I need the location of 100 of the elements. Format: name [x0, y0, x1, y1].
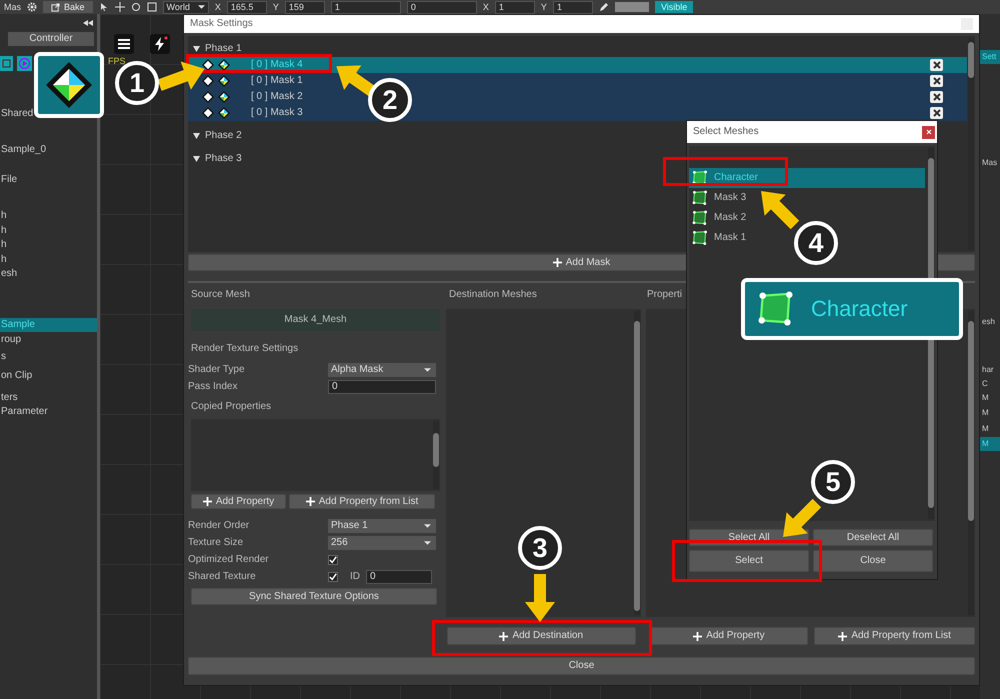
color-swatch[interactable]: [614, 2, 649, 12]
panel-item[interactable]: M: [980, 422, 1000, 436]
number-field[interactable]: 1: [330, 0, 401, 14]
collapse-icon[interactable]: [83, 20, 93, 26]
mesh-item[interactable]: Mask 1: [689, 228, 752, 248]
scrollbar-thumb[interactable]: [968, 321, 974, 521]
mesh-item[interactable]: Mask 2: [689, 208, 752, 228]
mesh-icon: [692, 170, 708, 186]
cursor-icon[interactable]: [98, 2, 109, 12]
gear-icon[interactable]: [27, 2, 38, 12]
expand-icon[interactable]: [193, 46, 200, 52]
expand-icon[interactable]: [193, 156, 200, 162]
add-destination-button[interactable]: Add Destination: [447, 627, 636, 645]
section-label: Source Mesh: [190, 288, 251, 302]
tree-item[interactable]: esh: [0, 267, 18, 281]
plus-icon: [202, 497, 212, 506]
controller-tab[interactable]: Controller: [8, 32, 94, 46]
section-label: Copied Properties: [190, 400, 272, 414]
mesh-icon: [692, 210, 708, 226]
mesh-name: Character: [811, 296, 908, 322]
source-mesh-field[interactable]: Mask 4_Mesh: [191, 309, 440, 331]
phase-label[interactable]: Phase 1: [205, 43, 242, 55]
dropdown[interactable]: Alpha Mask: [328, 362, 436, 376]
dropdown[interactable]: 256: [328, 536, 436, 550]
number-field[interactable]: 0: [406, 0, 477, 14]
tree-item[interactable]: h: [0, 224, 7, 238]
bake-button[interactable]: Bake: [43, 1, 93, 13]
panel-item[interactable]: esh: [980, 315, 1000, 329]
tree-item[interactable]: Sample_0: [0, 143, 46, 157]
field-label: Texture Size: [188, 536, 244, 548]
panel-item[interactable]: M: [980, 406, 1000, 420]
tree-item[interactable]: h: [0, 209, 7, 223]
delete-button[interactable]: [930, 75, 943, 87]
delete-button[interactable]: [930, 91, 943, 103]
add-property-button[interactable]: Add Property: [191, 494, 286, 509]
number-field[interactable]: 159: [284, 0, 325, 14]
grid-icon[interactable]: [0, 56, 13, 71]
close-icon: [932, 77, 940, 85]
select-button[interactable]: Select: [689, 550, 809, 572]
checkbox[interactable]: [328, 554, 338, 564]
phase-label[interactable]: Phase 3: [205, 153, 242, 165]
delete-button[interactable]: [930, 59, 943, 71]
pencil-icon[interactable]: [598, 2, 609, 12]
add-property-from-list-button[interactable]: Add Property from List: [814, 627, 975, 645]
number-field[interactable]: 0: [328, 380, 436, 394]
check-icon: [329, 556, 337, 564]
move-icon[interactable]: [114, 2, 125, 12]
close-button[interactable]: Close: [813, 550, 933, 572]
panel-item[interactable]: Mas: [980, 156, 1000, 170]
checkbox[interactable]: [328, 572, 338, 582]
visibility-icon: [202, 59, 214, 71]
number-field[interactable]: 165.5: [226, 0, 267, 14]
close-icon: [932, 109, 940, 117]
panel-item[interactable]: M: [980, 391, 1000, 405]
panel-item[interactable]: C: [980, 377, 1000, 391]
tree-item[interactable]: File: [0, 173, 18, 187]
close-button[interactable]: Close: [188, 657, 975, 675]
rotate-icon[interactable]: [130, 2, 141, 12]
scrollbar-thumb[interactable]: [433, 433, 439, 467]
number-field[interactable]: 1: [494, 0, 535, 14]
scale-icon[interactable]: [146, 2, 157, 12]
phase-label[interactable]: Phase 2: [205, 130, 242, 142]
plus-icon: [693, 632, 702, 640]
field-label: X: [214, 2, 221, 12]
scrollbar-thumb[interactable]: [968, 42, 974, 78]
tree-item[interactable]: Parameter: [0, 405, 48, 419]
mesh-icon: [692, 190, 708, 206]
space-dropdown[interactable]: World: [162, 0, 209, 14]
menu-icon[interactable]: [114, 34, 134, 54]
number-field[interactable]: 0: [366, 570, 432, 584]
tree-item[interactable]: s: [0, 350, 6, 364]
close-button[interactable]: [922, 126, 935, 138]
mask-row[interactable]: [ 0 ] Mask 1: [188, 73, 967, 89]
tree-item[interactable]: ters: [0, 391, 18, 405]
tree-item[interactable]: h: [0, 238, 7, 252]
add-property-button[interactable]: Add Property: [650, 627, 808, 645]
panel-item[interactable]: har: [980, 363, 1000, 377]
lightning-icon[interactable]: [150, 34, 170, 54]
mesh-item[interactable]: Mask 3: [689, 188, 752, 208]
add-property-from-list-button[interactable]: Add Property from List: [289, 494, 435, 509]
tree-item[interactable]: on Clip: [0, 369, 32, 383]
section-label: Destination Meshes: [448, 288, 538, 302]
tree-item[interactable]: roup: [0, 333, 22, 347]
field-label: Optimized Render: [188, 554, 270, 566]
dropdown[interactable]: Phase 1: [328, 518, 436, 532]
field-label: Shader Type: [188, 364, 246, 376]
number-field[interactable]: 1: [552, 0, 593, 14]
dialog-title: Select Meshes: [693, 126, 759, 138]
delete-button[interactable]: [930, 107, 943, 119]
caret-icon: [424, 368, 431, 372]
sync-button[interactable]: Sync Shared Texture Options: [191, 588, 437, 605]
close-icon: [926, 129, 932, 135]
deselect-all-button[interactable]: Deselect All: [813, 529, 933, 546]
tree-item[interactable]: Shared: [0, 107, 34, 121]
document-tab[interactable]: Mas: [4, 2, 22, 12]
scrollbar-thumb[interactable]: [634, 321, 640, 611]
mask-icon: [218, 107, 230, 119]
expand-icon[interactable]: [193, 133, 200, 139]
mesh-icon: [692, 230, 708, 246]
tree-item[interactable]: h: [0, 253, 7, 267]
